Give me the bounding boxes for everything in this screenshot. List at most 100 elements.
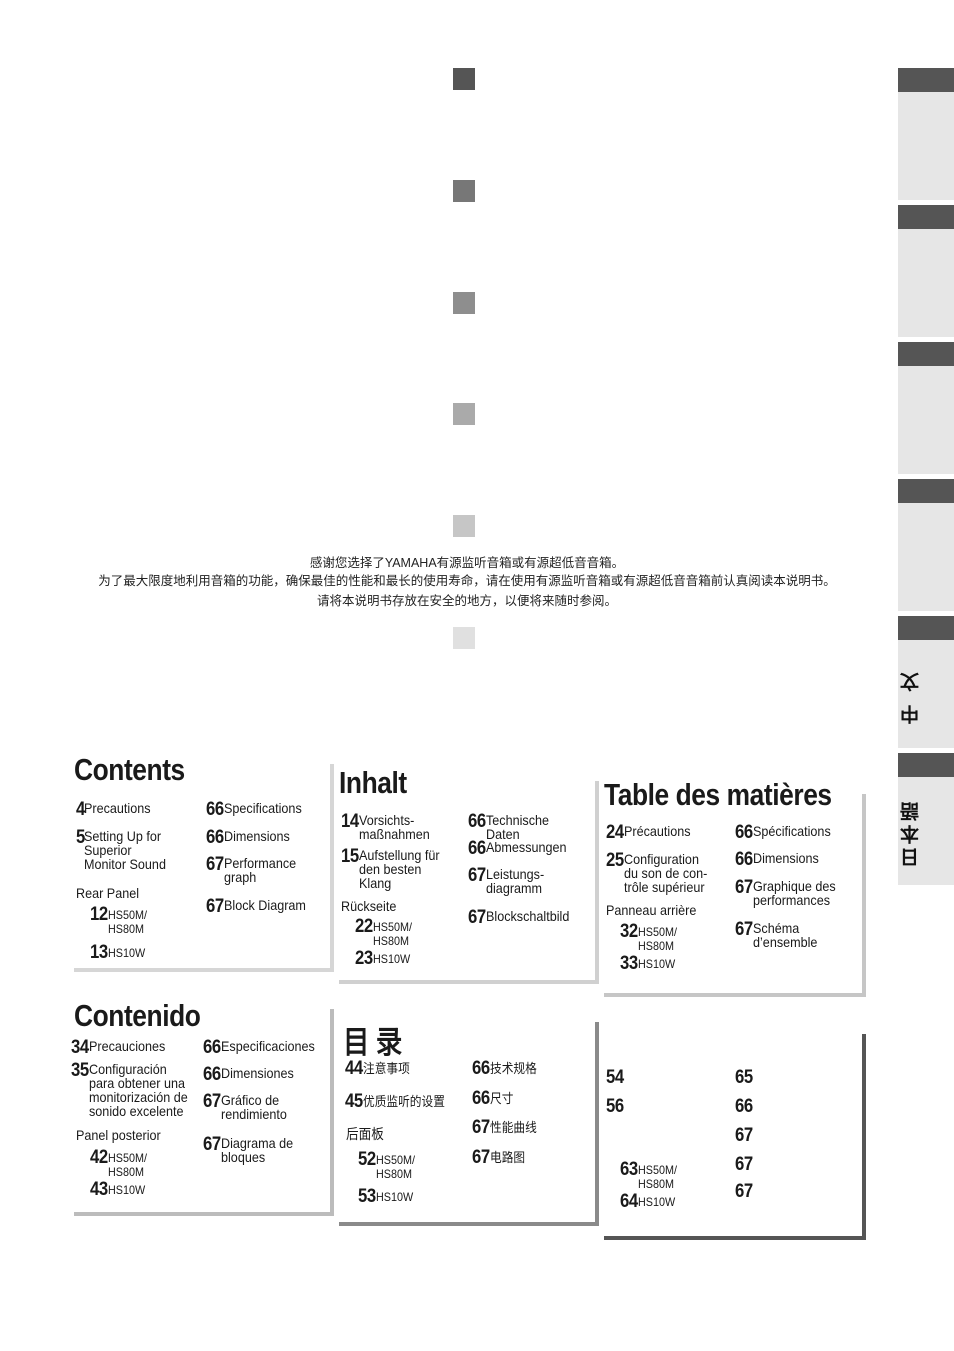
toc-box: Contents 4 Precautions 5 Setting Up for Supe… xyxy=(70,752,330,968)
toc-entry[interactable]: 66 Spécifications xyxy=(735,823,840,842)
toc-box: Table des matières 24 Précautions 25 Configu… xyxy=(600,777,862,993)
toc-entry[interactable]: 67 xyxy=(735,1182,753,1201)
toc-entry[interactable]: 44 注意事项 xyxy=(345,1059,415,1078)
entry-label: HS50M/ HS80M xyxy=(108,908,148,936)
toc-entry[interactable]: 66 xyxy=(735,1097,753,1116)
toc-entry[interactable]: 23 HS10W xyxy=(355,949,414,968)
language-tab[interactable]: 中 文 xyxy=(898,616,954,748)
toc-box: Inhalt 14 Vorsichts- maßnahmen 15 Aufstellun… xyxy=(335,765,595,980)
entry-label: Configuración para obtener una monitoriz… xyxy=(89,1061,188,1119)
tab-header xyxy=(898,753,954,777)
toc-entry[interactable]: 66 Especificaciones xyxy=(203,1038,325,1057)
toc-entry[interactable]: 33 HS10W xyxy=(620,954,679,973)
entry-label: 性能曲线 xyxy=(490,1120,537,1135)
entry-label: HS10W xyxy=(108,1183,146,1197)
toc-entry[interactable]: 65 xyxy=(735,1068,753,1087)
toc-entry[interactable]: 15 Aufstellung für den besten Klang xyxy=(341,847,449,890)
toc-entry[interactable]: 67 xyxy=(735,1126,753,1145)
entry-label: Block Diagram xyxy=(224,897,307,913)
toc-entry[interactable]: 66 Specifications xyxy=(206,800,311,819)
toc-entry[interactable]: 5 Setting Up for Superior Monitor Sound xyxy=(76,828,175,871)
toc-entry[interactable]: 45 优质监听的设置 xyxy=(345,1092,454,1111)
entry-label: Aufstellung für den besten Klang xyxy=(359,847,440,891)
manual-page: 感谢您选择了YAMAHA有源监听音箱或有源超低音音箱。 为了最大限度地利用音箱的… xyxy=(0,0,954,1351)
page-number: 25 xyxy=(606,850,624,871)
page-number: 66 xyxy=(735,1096,753,1117)
language-tab[interactable] xyxy=(898,68,954,200)
toc-entry[interactable]: 42 HS50M/ HS80M xyxy=(90,1148,152,1179)
toc-entry[interactable]: 12 HS50M/ HS80M xyxy=(90,905,152,936)
page-number: 44 xyxy=(345,1058,363,1079)
toc-entry[interactable]: 43 HS10W xyxy=(90,1180,149,1199)
toc-entry[interactable]: 53 HS10W xyxy=(358,1187,417,1206)
page-number: 13 xyxy=(90,942,108,963)
entry-label: Gráfico de rendimiento xyxy=(221,1092,287,1122)
toc-subheading: Rear Panel xyxy=(76,885,140,901)
toc-entry[interactable]: 66 Dimensions xyxy=(735,850,826,869)
page-number: 67 xyxy=(735,919,753,940)
entry-label: Vorsichts- maßnahmen xyxy=(359,812,430,842)
language-tab[interactable] xyxy=(898,205,954,337)
toc-entry[interactable]: 67 Performance graph xyxy=(206,855,304,884)
toc-entry[interactable]: 67 Leistungs- diagramm xyxy=(468,866,551,895)
toc-entry[interactable]: 22 HS50M/ HS80M xyxy=(355,917,417,948)
toc-entry[interactable]: 52 HS50M/ HS80M xyxy=(358,1150,420,1181)
toc-entry[interactable]: 66 Abmessungen xyxy=(468,839,576,858)
section-marker-square xyxy=(453,292,475,314)
page-number: 66 xyxy=(206,799,224,820)
toc-entry[interactable]: 14 Vorsichts- maßnahmen xyxy=(341,812,438,841)
page-number: 67 xyxy=(203,1091,221,1112)
toc-entry[interactable]: 67 Block Diagram xyxy=(206,897,315,916)
toc-entry[interactable]: 67 xyxy=(735,1155,753,1174)
language-tab[interactable]: 日本語 xyxy=(898,753,954,885)
toc-entry[interactable]: 67 Blockschaltbild xyxy=(468,908,579,927)
toc-entry[interactable]: 67 性能曲线 xyxy=(472,1118,542,1137)
toc-entry[interactable]: 24 Précautions xyxy=(606,823,698,842)
toc-entry[interactable]: 67 Schéma d’ensemble xyxy=(735,920,825,949)
toc-entry[interactable]: 35 Configuración para obtener una monitor… xyxy=(71,1061,199,1118)
toc-entry[interactable]: 67 Graphique des performances xyxy=(735,878,845,907)
toc-entry[interactable]: 13 HS10W xyxy=(90,943,149,962)
page-number: 66 xyxy=(206,827,224,848)
page-number: 33 xyxy=(620,953,638,974)
entry-label: Dimensions xyxy=(753,850,819,866)
entry-label: HS50M/ HS80M xyxy=(638,925,678,953)
entry-label: 尺寸 xyxy=(490,1091,514,1106)
toc-title: Contenido xyxy=(74,998,201,1033)
toc-entry[interactable]: 56 xyxy=(606,1097,624,1116)
entry-label: 注意事项 xyxy=(363,1061,410,1076)
entry-label: Performance graph xyxy=(224,855,297,885)
toc-title: 目 录 xyxy=(343,1025,402,1060)
toc-entry[interactable]: 66 尺寸 xyxy=(472,1089,516,1108)
toc-entry[interactable]: 66 技术规格 xyxy=(472,1059,542,1078)
page-number: 66 xyxy=(472,1088,490,1109)
entry-label: Diagrama de bloques xyxy=(221,1135,294,1165)
language-tab[interactable] xyxy=(898,479,954,611)
toc-entry[interactable]: 66 Technische Daten xyxy=(468,812,595,841)
entry-label: 优质监听的设置 xyxy=(363,1094,446,1109)
toc-subheading: 后面板 xyxy=(346,1126,384,1142)
toc-entry[interactable]: 64 HS10W xyxy=(620,1192,679,1211)
toc-entry[interactable]: 4 Precautions xyxy=(76,800,158,819)
toc-entry[interactable]: 34 Precauciones xyxy=(71,1038,174,1057)
page-number: 12 xyxy=(90,904,108,925)
page-number: 56 xyxy=(606,1096,624,1117)
toc-entry[interactable]: 67 Diagrama de bloques xyxy=(203,1135,301,1164)
toc-entry[interactable]: 32 HS50M/ HS80M xyxy=(620,922,682,953)
entry-label: Specifications xyxy=(224,800,302,816)
page-number: 34 xyxy=(71,1037,89,1058)
page-number: 42 xyxy=(90,1147,108,1168)
toc-entry[interactable]: 67 电路图 xyxy=(472,1148,529,1167)
toc-entry[interactable]: 25 Configuration du son de con- trôle sup… xyxy=(606,851,717,894)
toc-entry[interactable]: 63 HS50M/ HS80M xyxy=(620,1160,682,1191)
toc-entry[interactable]: 66 Dimensiones xyxy=(203,1065,302,1084)
page-number: 66 xyxy=(735,822,753,843)
language-tab[interactable] xyxy=(898,342,954,474)
entry-label: HS50M/ HS80M xyxy=(638,1163,678,1191)
toc-entry[interactable]: 54 xyxy=(606,1068,624,1087)
toc-entry[interactable]: 66 Dimensions xyxy=(206,828,297,847)
toc-entry[interactable]: 67 Gráfico de rendimiento xyxy=(203,1092,294,1121)
page-number: 63 xyxy=(620,1159,638,1180)
entry-label: Technische Daten xyxy=(486,812,550,842)
page-number: 23 xyxy=(355,948,373,969)
